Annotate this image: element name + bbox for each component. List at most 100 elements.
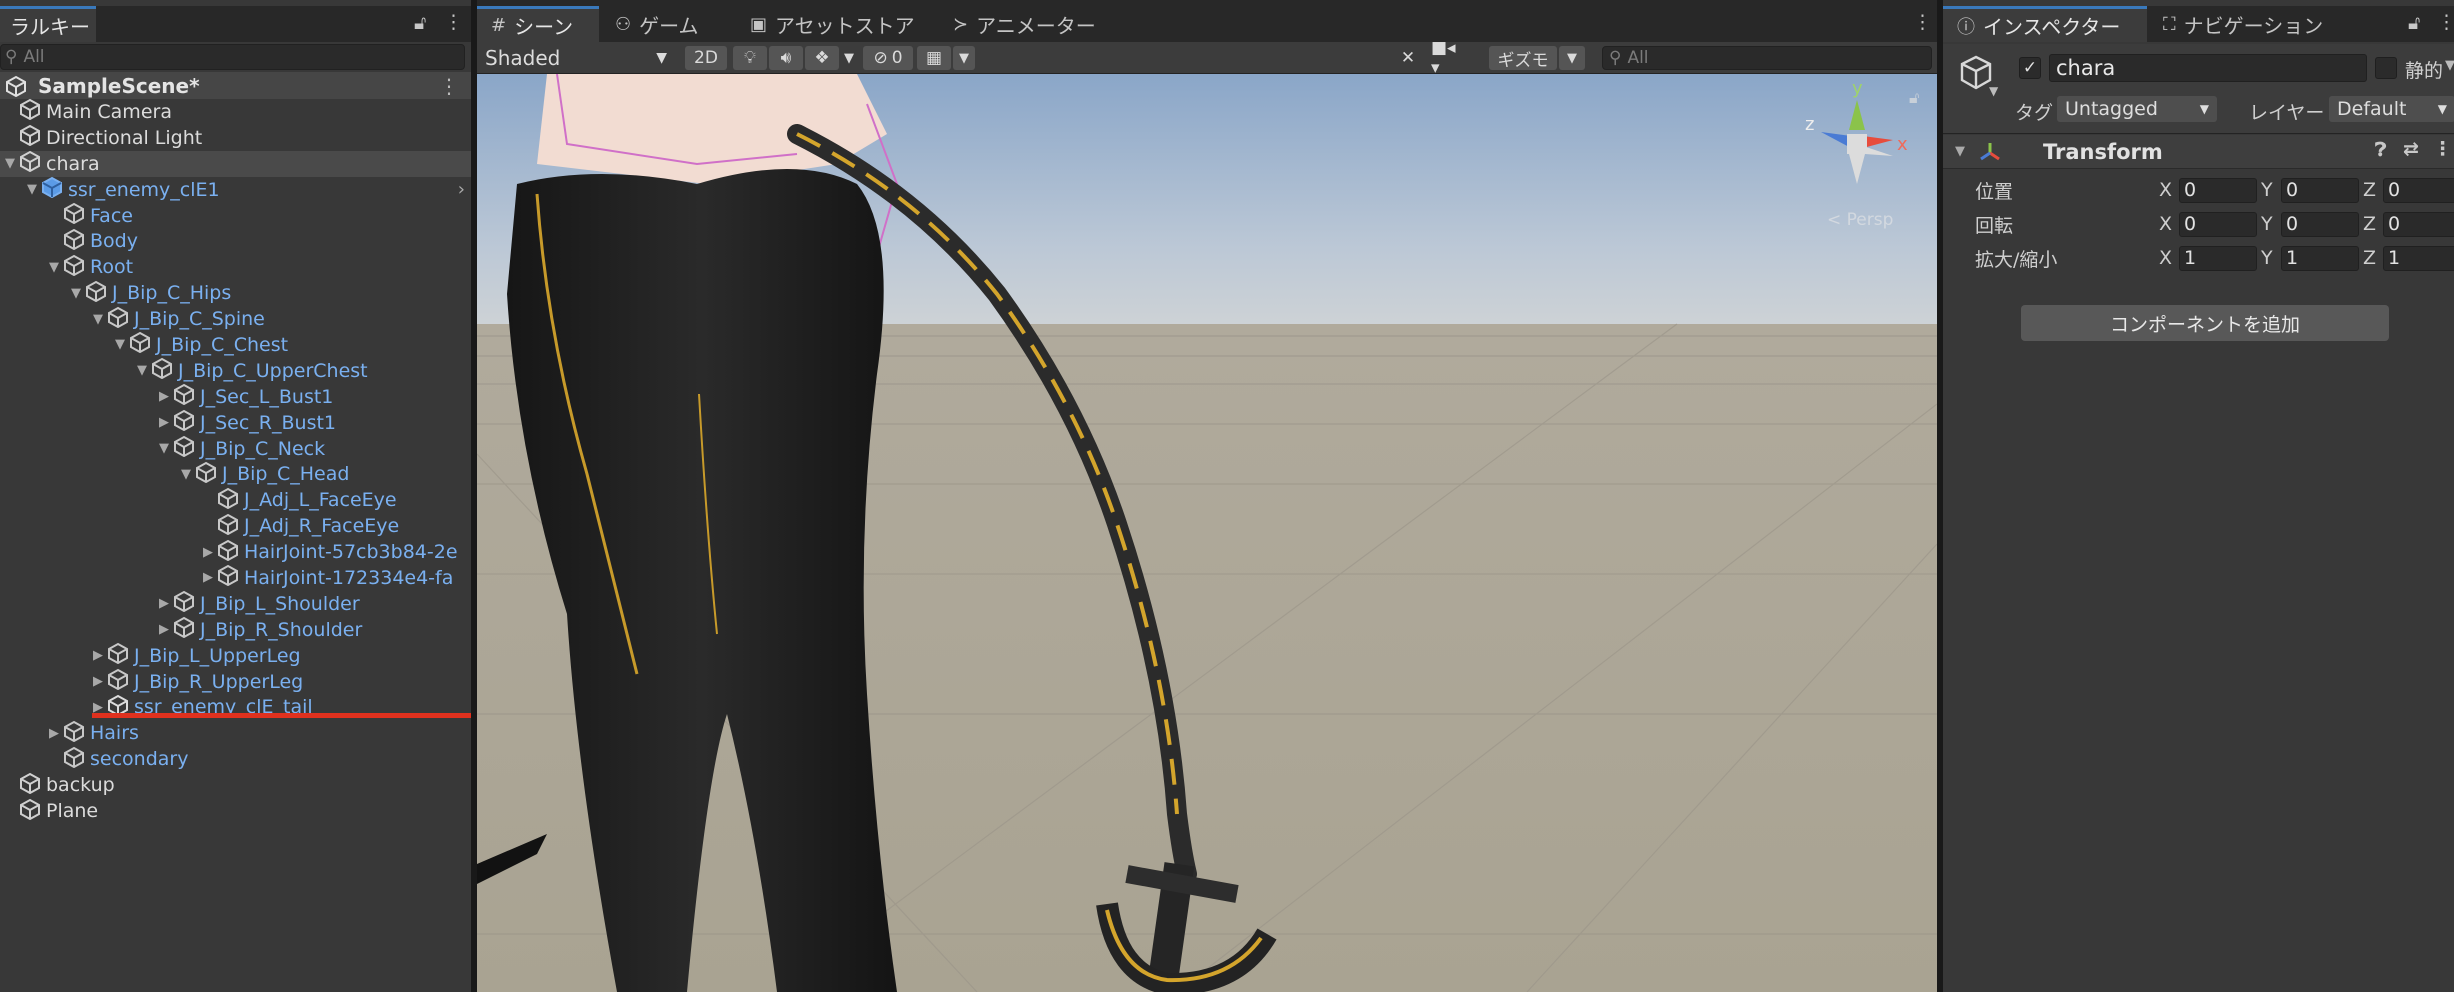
position-z-field[interactable]: 0 [2383,177,2454,203]
hierarchy-row[interactable]: J_Adj_L_FaceEye [0,487,471,513]
hierarchy-row[interactable]: Body [0,228,471,254]
static-dropdown-icon[interactable]: ▼ [2445,58,2454,73]
hierarchy-row[interactable]: ▶ HairJoint-57cb3b84-2e [0,539,471,565]
position-y-field[interactable]: 0 [2281,177,2359,203]
hierarchy-row[interactable]: ▶ J_Bip_L_Shoulder [0,591,471,617]
scene-viewport[interactable]: y x z < Persp 🔓︎ [477,74,1937,992]
active-checkbox[interactable]: ✓ [2019,57,2041,79]
lighting-toggle-icon[interactable]: 💡︎ [733,46,767,70]
expand-arrow-down-icon[interactable]: ▼ [178,467,194,482]
foldout-arrow-icon[interactable]: ▼ [1955,144,1965,159]
expand-arrow-right-icon[interactable]: ▶ [46,726,62,741]
hierarchy-row[interactable]: ▼ J_Bip_C_Hips [0,280,471,306]
hierarchy-row[interactable]: ▼ J_Bip_C_Spine [0,306,471,332]
grid-dropdown-icon[interactable]: ▼ [953,46,975,70]
scene-search-input[interactable]: ⚲ All [1602,46,1932,70]
scale-y-field[interactable]: 1 [2281,245,2359,271]
open-prefab-chevron-icon[interactable]: › [458,179,465,200]
axis-z-label[interactable]: Z [2363,179,2376,201]
grid-snap-icon[interactable]: ▦ [917,46,951,70]
hierarchy-row[interactable]: backup [0,772,471,798]
axis-x-label[interactable]: X [2159,213,2172,235]
expand-arrow-down-icon[interactable]: ▼ [90,312,106,327]
expand-arrow-down-icon[interactable]: ▼ [2,156,18,171]
hierarchy-row[interactable]: ▶ J_Sec_L_Bust1 [0,384,471,410]
scene-root-row[interactable]: SampleScene* ⋮ [0,72,471,99]
scene-menu-icon[interactable]: ⋮ [439,74,459,98]
icon-dropdown-arrow-icon[interactable]: ▼ [1989,84,1998,98]
shading-mode-dropdown[interactable]: Shaded ▼ [481,45,671,71]
gizmo-lock-icon[interactable]: 🔓︎ [1909,88,1919,108]
more-menu-icon[interactable]: ⋮ [444,11,463,33]
object-name-field[interactable]: chara [2049,54,2367,82]
hierarchy-row[interactable]: ▶ Hairs [0,720,471,746]
expand-arrow-down-icon[interactable]: ▼ [68,286,84,301]
audio-toggle-icon[interactable]: 🔊︎ [769,46,803,70]
axis-y-label[interactable]: Y [2261,179,2273,201]
rotation-z-field[interactable]: 0 [2383,211,2454,237]
expand-arrow-right-icon[interactable]: ▶ [156,622,172,637]
axis-x-label[interactable]: X [2159,179,2172,201]
hierarchy-row[interactable]: secondary [0,746,471,772]
gizmos-dropdown-icon[interactable]: ▼ [1559,46,1585,70]
gizmos-button[interactable]: ギズモ [1489,46,1557,71]
inspector-lock-icon[interactable]: 🔓︎ [2408,12,2420,34]
hierarchy-row[interactable]: Directional Light [0,125,471,151]
tools-icon[interactable]: ✕ [1393,46,1423,70]
hierarchy-row[interactable]: Face [0,202,471,229]
expand-arrow-right-icon[interactable]: ▶ [156,596,172,611]
effects-toggle-icon[interactable]: ❖ [805,46,839,70]
hierarchy-row[interactable]: J_Adj_R_FaceEye [0,513,471,539]
hierarchy-row[interactable]: ▼ J_Bip_C_Neck [0,435,471,462]
hierarchy-row[interactable]: Plane [0,798,471,824]
expand-arrow-down-icon[interactable]: ▼ [24,182,40,197]
expand-arrow-down-icon[interactable]: ▼ [134,363,150,378]
hierarchy-row[interactable]: ▼ J_Bip_C_Chest [0,332,471,358]
hierarchy-row[interactable]: ▼ J_Bip_C_Head [0,461,471,487]
axis-x-label[interactable]: X [2159,247,2172,269]
hierarchy-row[interactable]: ▼ chara [0,150,471,177]
position-x-field[interactable]: 0 [2179,177,2257,203]
axis-y-label[interactable]: Y [2261,247,2273,269]
hierarchy-row[interactable]: ▶ J_Bip_L_UpperLeg [0,643,471,669]
tab-scene[interactable]: # シーン [477,6,599,42]
tab-navigation[interactable]: ⛶ ナビゲーション [2149,6,2337,42]
lock-icon[interactable]: 🔓︎ [414,12,426,34]
tag-dropdown[interactable]: Untagged ▼ [2057,96,2217,122]
tab-animator[interactable]: ≻ アニメーター [939,6,1110,42]
rotation-y-field[interactable]: 0 [2281,211,2359,237]
inspector-more-menu-icon[interactable]: ⋮ [2437,11,2454,33]
layer-dropdown[interactable]: Default ▼ [2329,96,2454,122]
hidden-objects-toggle[interactable]: ⊘ 0 [863,46,913,70]
rotation-x-field[interactable]: 0 [2179,211,2257,237]
help-icon[interactable]: ❓︎ [2375,139,2386,161]
orientation-gizmo[interactable]: y x z < Persp [1797,78,1917,230]
hierarchy-row[interactable]: ▶ J_Sec_R_Bust1 [0,409,471,436]
effects-dropdown-icon[interactable]: ▼ [839,46,859,70]
scene-more-menu-icon[interactable]: ⋮ [1913,11,1932,33]
expand-arrow-down-icon[interactable]: ▼ [156,441,172,456]
hierarchy-row[interactable]: Main Camera [0,99,471,125]
hierarchy-row[interactable]: ▶ HairJoint-172334e4-fa [0,565,471,591]
hierarchy-search-input[interactable]: ⚲ All [0,44,465,70]
tab-hierarchy[interactable]: ラルキー [0,6,96,42]
expand-arrow-down-icon[interactable]: ▼ [112,337,128,352]
hierarchy-row[interactable]: ▼ Root [0,254,471,280]
persp-label[interactable]: < Persp [1827,210,1893,230]
hierarchy-row[interactable]: ▶ J_Bip_R_Shoulder [0,617,471,643]
tab-asset-store[interactable]: ▣ アセットストア [736,6,929,42]
expand-arrow-right-icon[interactable]: ▶ [90,674,106,689]
hierarchy-row[interactable]: ▼ J_Bip_C_UpperChest [0,358,471,384]
expand-arrow-right-icon[interactable]: ▶ [200,545,216,560]
tab-game[interactable]: ⚇ ゲーム [601,6,713,42]
transform-component-header[interactable]: ▼ Transform ❓︎ ⇄ ⋮ [1943,135,2454,169]
hierarchy-row[interactable]: ▶ J_Bip_R_UpperLeg [0,668,471,695]
axis-z-label[interactable]: Z [2363,213,2376,235]
static-checkbox[interactable] [2375,57,2397,79]
expand-arrow-right-icon[interactable]: ▶ [200,570,216,585]
expand-arrow-down-icon[interactable]: ▼ [46,260,62,275]
expand-arrow-right-icon[interactable]: ▶ [156,389,172,404]
scale-z-field[interactable]: 1 [2383,245,2454,271]
axis-y-label[interactable]: Y [2261,213,2273,235]
presets-icon[interactable]: ⇄ [2403,138,2419,160]
